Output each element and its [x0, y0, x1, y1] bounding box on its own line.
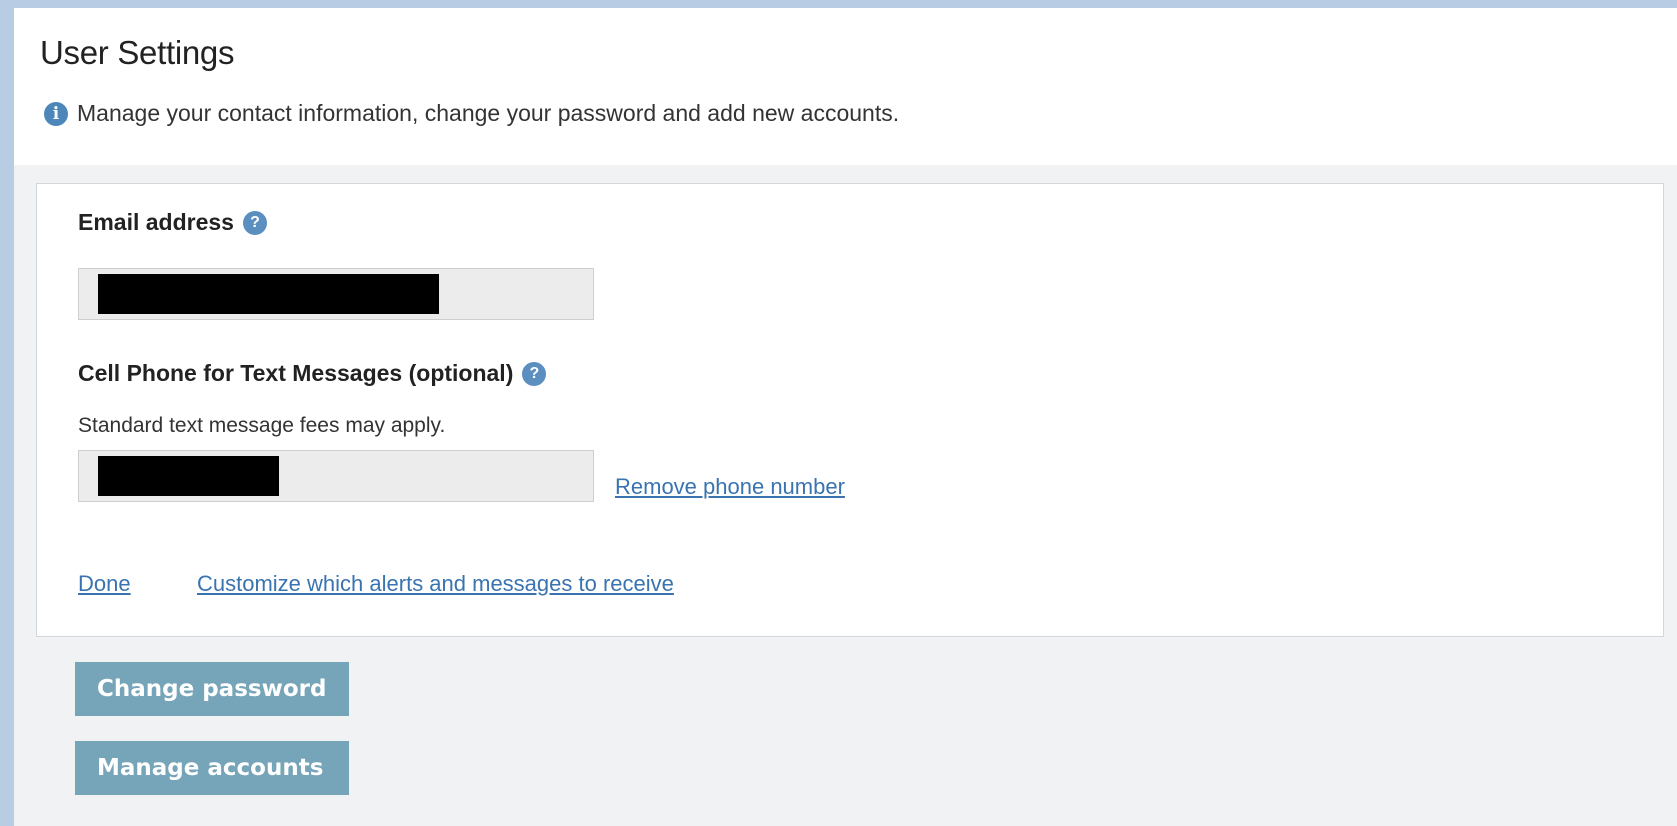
page-header: User Settings i Manage your contact info…	[14, 8, 1677, 165]
page-description-text: Manage your contact information, change …	[77, 100, 900, 126]
done-link[interactable]: Done	[78, 571, 131, 597]
email-label: Email address ?	[78, 209, 267, 236]
email-label-text: Email address	[78, 209, 234, 235]
contact-info-card: Email address ? Cell Phone for Text Mess…	[36, 183, 1664, 637]
phone-help-icon[interactable]: ?	[522, 361, 547, 386]
manage-accounts-button[interactable]: Manage accounts	[75, 741, 349, 795]
phone-label-text: Cell Phone for Text Messages (optional)	[78, 360, 514, 386]
change-password-button[interactable]: Change password	[75, 662, 349, 716]
email-field[interactable]	[78, 268, 594, 320]
page-title: User Settings	[40, 34, 235, 71]
settings-frame: User Settings i Manage your contact info…	[14, 8, 1677, 826]
phone-hint: Standard text message fees may apply.	[78, 414, 446, 437]
phone-redaction	[98, 456, 279, 496]
phone-label: Cell Phone for Text Messages (optional) …	[78, 360, 547, 387]
phone-field[interactable]	[78, 450, 594, 502]
email-redaction	[98, 274, 439, 314]
info-icon: i	[44, 101, 68, 126]
remove-phone-link[interactable]: Remove phone number	[615, 474, 845, 500]
customize-alerts-link[interactable]: Customize which alerts and messages to r…	[197, 571, 674, 597]
page-description: i Manage your contact information, chang…	[44, 100, 899, 127]
email-help-icon[interactable]: ?	[242, 210, 267, 235]
